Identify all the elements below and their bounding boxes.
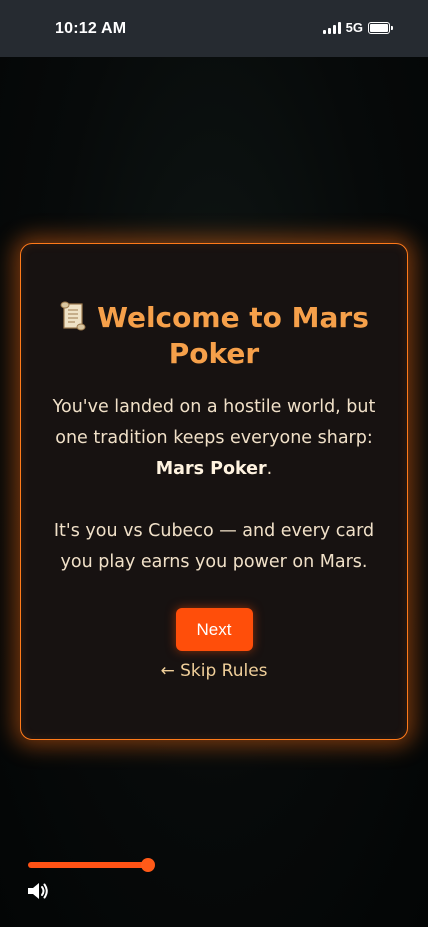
status-bar: 10:12 AM 5G — [0, 0, 428, 57]
intro-text-bold: Mars Poker — [155, 459, 267, 479]
intro-text-start: You've landed on a hostile world, but on… — [52, 397, 376, 448]
volume-slider-thumb[interactable] — [141, 858, 155, 872]
speaker-icon[interactable] — [26, 880, 50, 902]
status-time: 10:12 AM — [55, 20, 127, 37]
welcome-dialog: Welcome to Mars Poker You've landed on a… — [20, 243, 408, 740]
status-indicators: 5G — [322, 20, 393, 35]
network-label: 5G — [345, 20, 363, 35]
intro-paragraph: You've landed on a hostile world, but on… — [45, 392, 383, 485]
skip-rules-link[interactable]: ← Skip Rules — [21, 661, 407, 681]
dialog-title: Welcome to Mars Poker — [41, 300, 387, 372]
signal-icon — [322, 21, 341, 34]
dialog-title-text: Welcome to Mars Poker — [97, 301, 369, 370]
volume-slider-track[interactable] — [28, 862, 149, 868]
challenge-paragraph: It's you vs Cubeco — and every card you … — [53, 521, 375, 572]
intro-text-end: . — [266, 459, 273, 479]
scroll-icon — [60, 301, 86, 331]
next-button[interactable]: Next — [175, 608, 253, 651]
battery-icon — [368, 21, 393, 34]
